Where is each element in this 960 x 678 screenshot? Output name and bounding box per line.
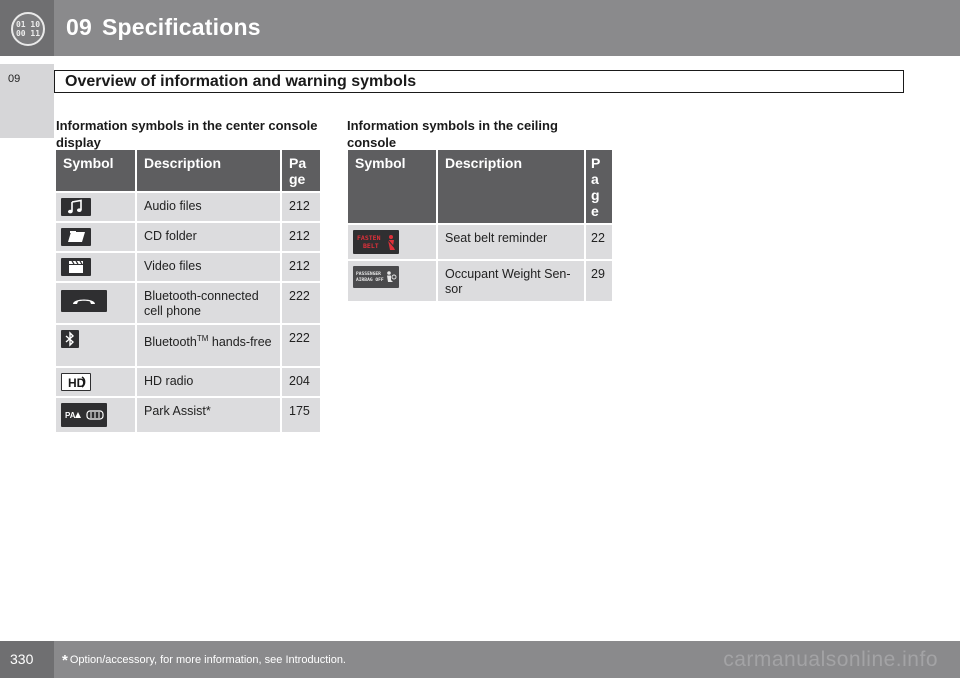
symbol-cell: FASTEN BELT: [348, 224, 437, 261]
airbag-text-1: PASSENGER: [356, 271, 381, 277]
description-cell: Occupant Weight Sen-sor: [436, 260, 585, 303]
table-row: CD folder 212: [56, 222, 320, 253]
symbol-cell: HD: [56, 367, 136, 398]
clock-line-1: 01 10: [15, 20, 41, 29]
page-cell: 212: [280, 222, 320, 253]
bluetooth-icon: [61, 330, 79, 348]
fasten-belt-icon: FASTEN BELT: [353, 230, 399, 254]
description-cell: BluetoothTM hands-free: [135, 324, 281, 368]
symbol-cell: PA: [56, 397, 136, 434]
description-cell: Seat belt reminder: [436, 224, 585, 261]
ceiling-console-heading: Information symbols in the ceiling conso…: [347, 118, 558, 150]
description-cell: Park Assist*: [135, 397, 281, 434]
table-row: Bluetooth-connected cell phone 222: [56, 282, 320, 325]
description-cell: Audio files: [135, 192, 281, 223]
symbol-cell: [56, 192, 136, 223]
symbol-cell: [56, 282, 136, 325]
folder-icon: [61, 228, 91, 246]
bluetooth-text-rest: hands-free: [208, 335, 272, 350]
page-number: 330: [10, 651, 34, 667]
symbol-cell: [56, 252, 136, 283]
table-row: Video files 212: [56, 252, 320, 283]
chapter-title: 09 Specifications: [66, 14, 261, 41]
page-cell: 29: [584, 260, 612, 303]
symbol-cell: [56, 324, 136, 368]
column-header-description: Description: [436, 150, 585, 225]
chapter-title-text: Specifications: [101, 14, 261, 40]
watermark: carmanualsonline.info: [723, 648, 938, 671]
clapperboard-icon: [61, 258, 91, 276]
page-cell: 204: [280, 367, 320, 398]
column-header-symbol: Symbol: [56, 150, 136, 193]
page-cell: 222: [280, 324, 320, 368]
center-console-heading: Information symbols in the center consol…: [56, 118, 318, 150]
description-cell: Bluetooth-connected cell phone: [135, 282, 281, 325]
table-row: PA Park Assist* 175: [56, 397, 320, 434]
fasten-belt-text-2: BELT: [363, 242, 379, 250]
trademark-sup: TM: [196, 334, 209, 343]
clock-line-2: 00 11: [15, 29, 41, 38]
page-cell: 175: [280, 397, 320, 434]
table-header-row: Symbol Description Pa ge: [56, 150, 320, 193]
ceiling-console-table: Symbol Description P a g e FASTEN BELT S…: [348, 150, 612, 303]
column-header-page: Pa ge: [280, 150, 320, 193]
description-cell: HD radio: [135, 367, 281, 398]
hd-radio-icon: HD: [61, 373, 91, 391]
footnote-text: Option/accessory, for more information, …: [69, 654, 346, 666]
side-chapter-number: 09: [8, 73, 21, 85]
footnote: * Option/accessory, for more information,…: [62, 652, 346, 669]
page-cell: 222: [280, 282, 320, 325]
table-header-row: Symbol Description P a g e: [348, 150, 612, 225]
center-console-table: Symbol Description Pa ge Audio files 212…: [56, 150, 320, 434]
symbol-cell: [56, 222, 136, 253]
symbol-cell: PASSENGER AIRBAG OFF: [348, 260, 437, 303]
airbag-text-2: AIRBAG OFF: [356, 277, 384, 283]
table-row: PASSENGER AIRBAG OFF Occupant Weight Sen…: [348, 260, 612, 303]
description-cell: Video files: [135, 252, 281, 283]
section-title: Overview of information and warning symb…: [54, 70, 904, 93]
bluetooth-text: Bluetooth: [144, 335, 197, 350]
page-cell: 212: [280, 192, 320, 223]
phone-handset-icon: [61, 290, 107, 312]
table-row: FASTEN BELT Seat belt reminder 22: [348, 224, 612, 261]
page-cell: 212: [280, 252, 320, 283]
passenger-airbag-off-icon: PASSENGER AIRBAG OFF: [353, 266, 399, 288]
table-row: Audio files 212: [56, 192, 320, 223]
footnote-star: *: [62, 652, 68, 669]
table-row: HD HD radio 204: [56, 367, 320, 398]
park-assist-icon: PA: [61, 403, 107, 427]
page-cell: 22: [584, 224, 612, 261]
music-note-icon: [61, 198, 91, 216]
svg-text:PA: PA: [65, 411, 76, 420]
column-header-symbol: Symbol: [348, 150, 437, 225]
table-row: BluetoothTM hands-free 222: [56, 324, 320, 368]
chapter-number: 09: [66, 14, 92, 40]
description-cell: CD folder: [135, 222, 281, 253]
clock-display-icon: 01 10 00 11: [11, 12, 45, 46]
column-header-page: P a g e: [584, 150, 612, 225]
column-header-description: Description: [135, 150, 281, 193]
fasten-belt-text-1: FASTEN: [357, 234, 381, 242]
